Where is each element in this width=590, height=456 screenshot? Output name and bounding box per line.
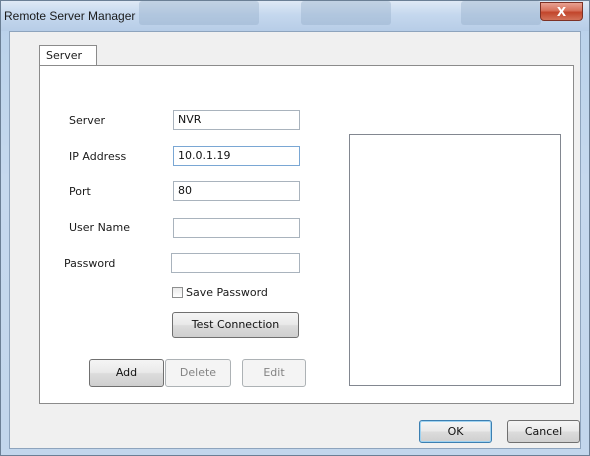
test-connection-button[interactable]: Test Connection xyxy=(172,312,299,338)
user-name-input[interactable] xyxy=(173,218,300,238)
dialog-client-area: Server Server NVR IP Address 10.0.1.19 P… xyxy=(9,31,581,449)
edit-button[interactable]: Edit xyxy=(242,359,306,387)
ok-button[interactable]: OK xyxy=(419,420,492,443)
remote-server-manager-window: Remote Server Manager X Server Server NV… xyxy=(0,0,590,456)
close-icon: X xyxy=(556,5,567,19)
server-input[interactable]: NVR xyxy=(173,110,300,130)
close-button[interactable]: X xyxy=(540,2,583,21)
port-input[interactable]: 80 xyxy=(173,181,300,201)
user-name-label: User Name xyxy=(69,221,131,234)
cancel-button-label: Cancel xyxy=(524,425,563,438)
window-title: Remote Server Manager xyxy=(4,9,136,23)
delete-button[interactable]: Delete xyxy=(165,359,231,387)
ok-button-label: OK xyxy=(447,425,464,438)
save-password-label[interactable]: Save Password xyxy=(186,286,268,299)
password-input[interactable] xyxy=(171,253,300,273)
title-bar-glass-reflection xyxy=(139,1,259,25)
delete-button-label: Delete xyxy=(179,366,217,379)
title-bar-glass-reflection xyxy=(461,1,541,25)
add-button[interactable]: Add xyxy=(89,359,164,387)
test-connection-button-label: Test Connection xyxy=(191,318,280,331)
add-button-label: Add xyxy=(115,366,138,379)
server-label: Server xyxy=(69,114,106,127)
port-label: Port xyxy=(69,185,91,198)
title-bar-glass-reflection xyxy=(301,1,391,25)
password-label: Password xyxy=(64,257,116,270)
server-tab-panel: Server NVR IP Address 10.0.1.19 Port 80 … xyxy=(39,65,574,404)
tab-server-label: Server xyxy=(46,49,83,62)
ip-address-input-value: 10.0.1.19 xyxy=(178,149,231,162)
ip-address-input[interactable]: 10.0.1.19 xyxy=(173,146,300,166)
edit-button-label: Edit xyxy=(263,366,285,379)
server-list[interactable] xyxy=(349,134,561,386)
cancel-button[interactable]: Cancel xyxy=(507,420,580,443)
ip-address-label: IP Address xyxy=(69,150,127,163)
save-password-checkbox[interactable] xyxy=(172,287,183,298)
port-input-value: 80 xyxy=(178,184,192,197)
tab-server[interactable]: Server xyxy=(39,45,97,66)
server-input-value: NVR xyxy=(178,113,202,126)
title-bar[interactable]: Remote Server Manager X xyxy=(1,1,589,31)
